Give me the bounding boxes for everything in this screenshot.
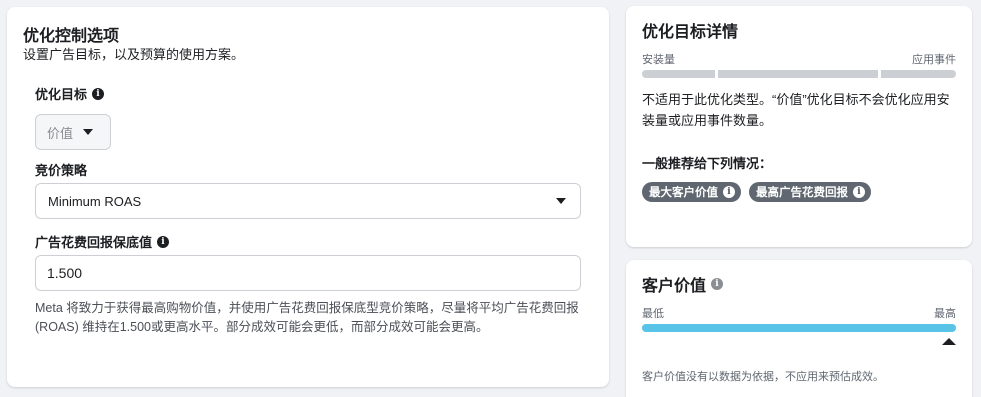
segment-bar — [642, 70, 956, 78]
customer-value-card: 客户价值 i 最低 最高 客户价值没有以数据为依据，不应用来预估成效。 — [626, 260, 972, 397]
scale-right-label: 应用事件 — [912, 54, 956, 66]
customer-value-title: 客户价值 — [642, 278, 707, 295]
card-title: 优化控制选项 — [23, 28, 120, 45]
goal-value: 价值 — [47, 125, 74, 141]
scale-left-label: 安装量 — [642, 54, 675, 66]
info-icon[interactable]: i — [157, 235, 170, 248]
card-subtitle: 设置广告目标，以及预算的使用方案。 — [23, 47, 245, 62]
info-icon[interactable]: i — [853, 186, 865, 198]
caret-up-icon — [942, 338, 956, 345]
info-icon[interactable]: i — [723, 186, 735, 198]
bid-strategy-select[interactable]: Minimum ROAS — [35, 183, 581, 219]
roas-floor-label-row: 广告花费回报保底值 i — [35, 232, 170, 251]
segment — [881, 70, 956, 78]
goal-label: 优化目标 — [35, 87, 88, 102]
scale-min-label: 最低 — [642, 308, 664, 320]
goal-description: 不适用于此优化类型。“价值”优化目标不会优化应用安装量或应用事件数量。 — [642, 92, 950, 128]
goal-details-title: 优化目标详情 — [642, 24, 739, 41]
customer-value-track — [642, 324, 956, 332]
segment — [718, 70, 878, 78]
customer-value-fill — [642, 324, 956, 332]
roas-floor-value: 1.500 — [47, 265, 83, 281]
roas-floor-label: 广告花费回报保底值 — [35, 235, 153, 250]
customer-value-title-row: 客户价值 i — [642, 272, 724, 296]
tag-max-customer-value: 最大客户价值 i — [642, 182, 741, 202]
bid-strategy-label: 竞价策略 — [35, 163, 88, 178]
goal-details-card: 优化目标详情 安装量 应用事件 不适用于此优化类型。“价值”优化目标不会优化应用… — [626, 6, 972, 247]
tag-label: 最大客户价值 — [649, 187, 718, 199]
info-icon[interactable]: i — [92, 87, 105, 100]
help-text: Meta 将致力于获得最高购物价值，并使用广告花费回报保底型竞价策略，尽量将平均… — [35, 301, 579, 334]
tag-label: 最高广告花费回报 — [756, 187, 848, 199]
customer-value-footnote: 客户价值没有以数据为依据，不应用来预估成效。 — [642, 371, 884, 383]
goal-dropdown[interactable]: 价值 — [35, 114, 111, 150]
info-icon[interactable]: i — [711, 278, 724, 290]
tag-highest-roas: 最高广告花费回报 i — [749, 182, 871, 202]
tag-list: 最大客户价值 i 最高广告花费回报 i — [642, 182, 871, 202]
scale-max-label: 最高 — [934, 308, 956, 320]
roas-floor-input[interactable]: 1.500 — [35, 255, 581, 291]
goal-label-row: 优化目标 i — [35, 84, 105, 103]
bid-strategy-value: Minimum ROAS — [48, 193, 142, 209]
caret-down-icon — [83, 129, 94, 135]
caret-down-icon — [556, 198, 566, 204]
optimization-controls-card: 优化控制选项 设置广告目标，以及预算的使用方案。 优化目标 i 价值 竞价策略 … — [7, 7, 609, 387]
segment — [642, 70, 715, 78]
recommended-label: 一般推荐给下列情况： — [642, 156, 773, 171]
